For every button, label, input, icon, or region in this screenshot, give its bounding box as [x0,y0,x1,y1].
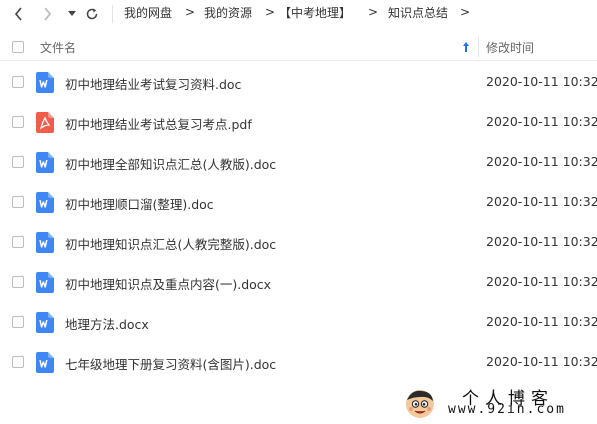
table-row[interactable]: 初中地理知识点汇总(人教完整版).doc 2020-10-11 10:32 [0,222,597,262]
navigation-bar: 我的网盘 > 我的资源 > 【中考地理】 > 知识点总结 > [0,0,597,28]
table-row[interactable]: 初中地理知识点及重点内容(一).docx 2020-10-11 10:32 [0,262,597,302]
sort-button[interactable] [462,38,470,57]
modified-time: 2020-10-11 10:32 [486,194,597,209]
breadcrumb-item-my-resources[interactable]: 我的资源 [204,6,252,20]
word-doc-icon [36,192,54,213]
file-name[interactable]: 初中地理结业考试总复习考点.pdf [65,114,252,133]
word-doc-icon [36,72,54,93]
modified-time: 2020-10-11 10:32 [486,114,597,129]
file-name[interactable]: 初中地理顺口溜(整理).doc [65,194,214,213]
breadcrumb-separator: > [265,5,276,19]
row-checkbox[interactable] [12,116,24,128]
file-name[interactable]: 初中地理结业考试复习资料.doc [65,74,241,93]
modified-time: 2020-10-11 10:32 [486,314,597,329]
column-header-modified-time[interactable]: 修改时间 [486,39,534,56]
select-all-checkbox[interactable] [12,41,24,53]
chevron-left-icon [14,7,22,21]
table-row[interactable]: 初中地理结业考试复习资料.doc 2020-10-11 10:32 [0,62,597,102]
breadcrumb-separator: > [460,5,471,19]
forward-button[interactable] [37,4,57,24]
row-checkbox[interactable] [12,356,24,368]
table-row[interactable]: 七年级地理下册复习资料(含图片).doc 2020-10-11 10:32 [0,342,597,382]
file-name[interactable]: 初中地理全部知识点汇总(人教版).doc [65,154,276,173]
refresh-button[interactable] [82,4,102,24]
word-doc-icon [36,232,54,253]
modified-time: 2020-10-11 10:32 [486,74,597,89]
file-name[interactable]: 初中地理知识点汇总(人教完整版).doc [65,234,276,253]
table-row[interactable]: 初中地理顺口溜(整理).doc 2020-10-11 10:32 [0,182,597,222]
file-name[interactable]: 七年级地理下册复习资料(含图片).doc [65,354,276,373]
row-checkbox[interactable] [12,276,24,288]
word-doc-icon [36,352,54,373]
breadcrumb-separator: > [368,5,379,19]
modified-time: 2020-10-11 10:32 [486,274,597,289]
table-row[interactable]: 初中地理结业考试总复习考点.pdf 2020-10-11 10:32 [0,102,597,142]
sort-up-arrow-icon [463,42,469,52]
row-checkbox[interactable] [12,316,24,328]
chevron-right-icon [44,7,52,21]
breadcrumb-item-my-drive[interactable]: 我的网盘 [124,6,172,20]
row-checkbox[interactable] [12,236,24,248]
word-doc-icon [36,312,54,333]
column-divider [478,37,479,57]
watermark-url: www.92in.com [448,402,566,417]
column-header-filename[interactable]: 文件名 [40,39,76,56]
back-button[interactable] [9,4,29,24]
caret-down-icon [68,11,76,16]
row-checkbox[interactable] [12,196,24,208]
modified-time: 2020-10-11 10:32 [486,234,597,249]
history-dropdown-button[interactable] [62,4,82,24]
pdf-file-icon [36,112,54,133]
word-doc-icon [36,272,54,293]
file-name[interactable]: 初中地理知识点及重点内容(一).docx [65,274,271,293]
breadcrumb-item-knowledge-summary[interactable]: 知识点总结 [388,6,448,20]
nav-divider [112,5,113,23]
breadcrumb-separator: > [185,5,196,19]
row-checkbox[interactable] [12,76,24,88]
watermark: 个人博客 www.92in.com [404,382,594,420]
word-doc-icon [36,152,54,173]
mascot-logo-icon [406,390,434,418]
refresh-icon [86,8,98,20]
table-row[interactable]: 初中地理全部知识点汇总(人教版).doc 2020-10-11 10:32 [0,142,597,182]
row-checkbox[interactable] [12,156,24,168]
file-name[interactable]: 地理方法.docx [65,314,149,333]
modified-time: 2020-10-11 10:32 [486,354,597,369]
file-list-header: 文件名 修改时间 [0,34,597,61]
breadcrumb-item-geography[interactable]: 【中考地理】 [279,6,351,20]
modified-time: 2020-10-11 10:32 [486,154,597,169]
table-row[interactable]: 地理方法.docx 2020-10-11 10:32 [0,302,597,342]
